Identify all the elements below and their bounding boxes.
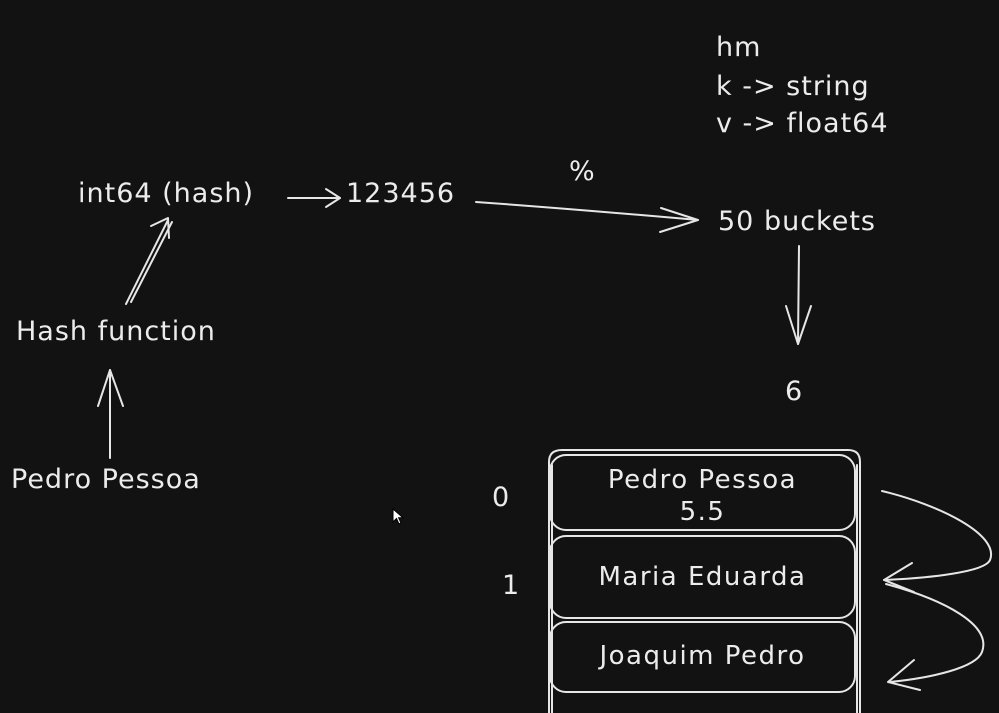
entry-0-value: 5.5 [679, 497, 726, 527]
bucket-index-0: 0 [492, 482, 511, 513]
buckets-label: 50 buckets [718, 206, 876, 237]
arrow-function-to-hash [125, 217, 173, 305]
entry-0-name: Pedro Pessoa [607, 465, 798, 495]
whiteboard-canvas[interactable]: hm k -> string v -> float64 int64 (hash)… [0, 0, 999, 713]
arrow-key-to-function [97, 369, 124, 459]
arrow-hash-to-value [287, 188, 341, 208]
note-key-type: k -> string [716, 71, 870, 102]
entry-1-name: Maria Eduarda [598, 562, 807, 592]
modulo-symbol: % [569, 156, 596, 187]
hash-value-label: 123456 [346, 178, 456, 209]
arrow-buckets-to-index [785, 245, 812, 345]
mouse-cursor-icon [392, 508, 405, 525]
bucket-index-label: 6 [785, 376, 804, 407]
input-key-label: Pedro Pessoa [11, 464, 201, 495]
chain-arrow-2 [885, 583, 985, 691]
note-value-type: v -> float64 [716, 108, 889, 139]
diagram-strokes [97, 188, 993, 713]
arrow-value-to-buckets [475, 201, 699, 233]
entry-2-name: Joaquim Pedro [599, 641, 806, 671]
hash-type-label: int64 (hash) [78, 178, 255, 209]
hash-function-label: Hash function [16, 316, 216, 347]
bucket-index-1: 1 [502, 570, 521, 601]
chain-arrow-1 [881, 490, 993, 593]
note-hashmap: hm [716, 32, 762, 63]
